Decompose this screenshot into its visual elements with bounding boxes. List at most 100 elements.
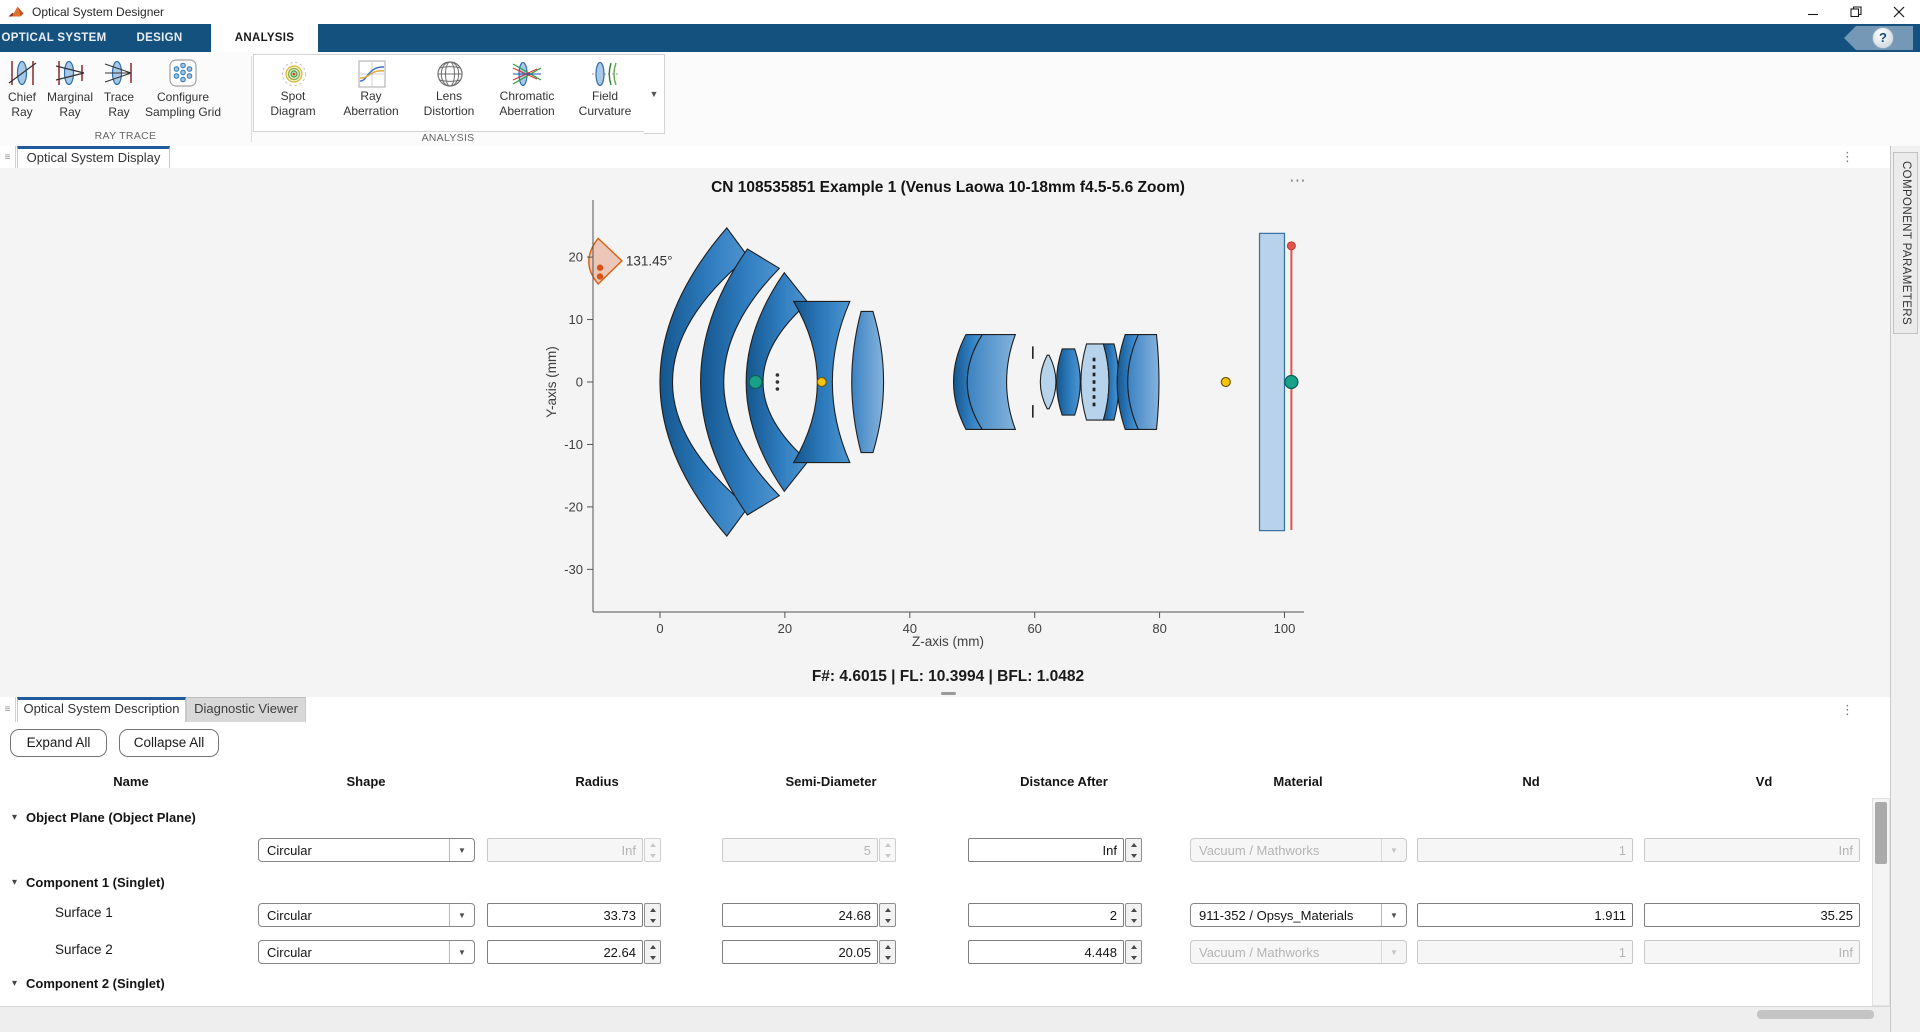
distance-after-field[interactable]: 4.448 <box>968 940 1124 964</box>
column-header-material: Material <box>1273 774 1322 789</box>
diffractive-surface-mark <box>1093 365 1096 369</box>
chevron-down-icon: ▼ <box>449 839 474 861</box>
shape-dropdown[interactable]: Circular▼ <box>258 838 475 862</box>
semi-diameter-field-spinner[interactable] <box>879 940 896 964</box>
shape-dropdown[interactable]: Circular▼ <box>258 940 475 964</box>
collapse-triangle-icon[interactable]: ▾ <box>12 974 17 994</box>
spinner-up[interactable] <box>1126 839 1141 850</box>
panel-grip-icon[interactable]: ≡ <box>0 697 16 722</box>
spinner-down[interactable] <box>645 915 660 926</box>
distance-after-field[interactable]: Inf <box>968 838 1124 862</box>
toolstrip-button-configure-sampling-grid[interactable]: ConfigureSampling Grid <box>131 56 235 120</box>
chevron-down-icon: ▼ <box>449 941 474 963</box>
restore-button[interactable] <box>1834 0 1877 24</box>
y-tick-label: 0 <box>576 375 583 390</box>
spinner-down[interactable] <box>1126 915 1141 926</box>
y-tick-label: -20 <box>564 499 583 514</box>
radius-field[interactable]: 22.64 <box>487 940 643 964</box>
chevron-down-icon: ▼ <box>1381 941 1406 963</box>
matlab-logo-icon <box>8 4 24 20</box>
semi-diameter-field-spinner[interactable] <box>879 903 896 927</box>
material-dropdown[interactable]: 911-352 / Opsys_Materials▼ <box>1190 903 1407 927</box>
down-arrow-icon <box>1131 854 1137 858</box>
scrollbar-thumb[interactable] <box>1875 802 1887 864</box>
toolstrip: ChiefRayMarginalRayTraceRayConfigureSamp… <box>0 52 1920 147</box>
down-arrow-icon <box>650 919 656 923</box>
button-label: Trace <box>104 90 134 105</box>
plot-menu-button[interactable]: ⋯ <box>1283 174 1313 192</box>
minimize-button[interactable] <box>1791 0 1834 24</box>
tab-component-parameters[interactable]: COMPONENT PARAMETERS <box>1893 152 1918 334</box>
semi-diameter-field[interactable]: 20.05 <box>722 940 878 964</box>
radius-field[interactable]: 33.73 <box>487 903 643 927</box>
help-button[interactable]: ? <box>1842 25 1914 51</box>
gallery-expand-button[interactable]: ▼ <box>644 54 665 134</box>
vd-field: Inf <box>1644 838 1860 862</box>
spinner-up[interactable] <box>645 941 660 952</box>
gallery-button-chromatic-aberration[interactable]: ChromaticAberration <box>488 57 566 118</box>
tab-optical-system-display[interactable]: Optical System Display <box>17 146 170 168</box>
analysis-gallery: SpotDiagramRayAberrationLensDistortionCh… <box>253 54 645 132</box>
nd-field[interactable]: 1.911 <box>1417 903 1633 927</box>
semi-diameter-field: 5 <box>722 838 878 862</box>
field-curvature-icon <box>589 57 621 89</box>
group-row-component-2-singlet-: ▾ Component 2 (Singlet) <box>0 974 600 994</box>
spot-diagram-icon <box>277 57 309 89</box>
distance-after-field[interactable]: 2 <box>968 903 1124 927</box>
splitter-handle[interactable] <box>941 692 956 695</box>
spinner-down[interactable] <box>1126 952 1141 963</box>
tabbar-overflow-icon[interactable]: ⋮ <box>1841 697 1854 722</box>
tab-diagnostic-viewer[interactable]: Diagnostic Viewer <box>186 697 306 722</box>
spinner-up[interactable] <box>880 904 895 915</box>
spinner-down[interactable] <box>880 915 895 926</box>
toolstrip-button-chief-ray[interactable]: ChiefRay <box>0 56 44 120</box>
distance-after-field-spinner[interactable] <box>1125 838 1142 862</box>
collapse-triangle-icon[interactable]: ▾ <box>12 873 17 893</box>
spinner-up <box>880 839 895 850</box>
spinner-down[interactable] <box>1126 850 1141 861</box>
ribbon-tab-design[interactable]: DESIGN <box>108 24 211 52</box>
column-header-name: Name <box>113 774 148 789</box>
tabbar-overflow-icon[interactable]: ⋮ <box>1841 146 1854 168</box>
spinner-up[interactable] <box>1126 904 1141 915</box>
vd-field[interactable]: 35.25 <box>1644 903 1860 927</box>
horizontal-scrollbar[interactable] <box>1757 1010 1874 1019</box>
gallery-button-spot-diagram[interactable]: SpotDiagram <box>254 57 332 118</box>
collapse-all-button[interactable]: Collapse All <box>119 729 219 757</box>
spinner-up[interactable] <box>880 941 895 952</box>
right-dock-strip: COMPONENT PARAMETERS <box>1890 146 1920 1032</box>
shape-dropdown[interactable]: Circular▼ <box>258 903 475 927</box>
selected-value: Circular <box>259 908 449 923</box>
spinner-up[interactable] <box>645 904 660 915</box>
group-label: Component 2 (Singlet) <box>26 974 165 994</box>
toolstrip-button-marginal-ray[interactable]: MarginalRay <box>45 56 95 120</box>
chromatic-aberration-icon <box>511 57 543 89</box>
gallery-button-field-curvature[interactable]: FieldCurvature <box>566 57 644 118</box>
radius-field-spinner[interactable] <box>644 903 661 927</box>
spinner-down[interactable] <box>645 952 660 963</box>
close-button[interactable] <box>1877 0 1920 24</box>
semi-diameter-field[interactable]: 24.68 <box>722 903 878 927</box>
radius-field-spinner[interactable] <box>644 940 661 964</box>
ribbon-tab-analysis[interactable]: ANALYSIS <box>211 24 318 52</box>
spinner-down[interactable] <box>880 952 895 963</box>
down-arrow-icon <box>885 956 891 960</box>
optical-layout-plot: 131.45°20100-10-20-30020406080100Y-axis … <box>0 168 1890 697</box>
plot-title: CN 108535851 Example 1 (Venus Laowa 10-1… <box>711 179 1185 196</box>
group-label: Object Plane (Object Plane) <box>26 808 196 828</box>
gallery-button-lens-distortion[interactable]: LensDistortion <box>410 57 488 118</box>
ribbon-tab-optical-system[interactable]: OPTICAL SYSTEM <box>0 24 108 52</box>
spinner-up <box>645 839 660 850</box>
button-label: Marginal <box>47 90 93 105</box>
up-arrow-icon <box>885 945 891 949</box>
tab-optical-system-description[interactable]: Optical System Description <box>17 697 186 722</box>
lens-element <box>1128 335 1159 430</box>
distance-after-field-spinner[interactable] <box>1125 940 1142 964</box>
collapse-triangle-icon[interactable]: ▾ <box>12 808 17 828</box>
spinner-up[interactable] <box>1126 941 1141 952</box>
panel-grip-icon[interactable]: ≡ <box>0 146 16 168</box>
distance-after-field-spinner[interactable] <box>1125 903 1142 927</box>
vertical-scrollbar[interactable] <box>1872 798 1890 1006</box>
expand-all-button[interactable]: Expand All <box>10 729 107 757</box>
gallery-button-ray-aberration[interactable]: RayAberration <box>332 57 410 118</box>
